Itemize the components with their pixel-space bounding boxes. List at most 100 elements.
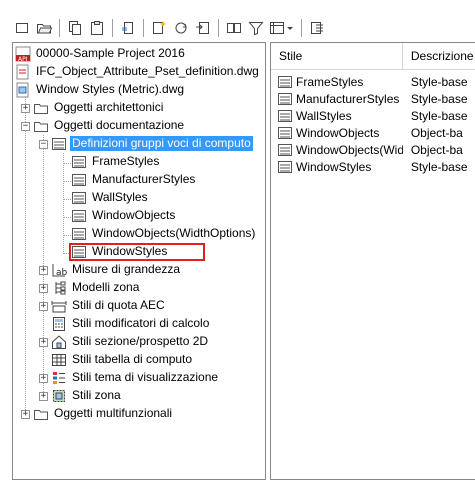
style-icon <box>277 142 293 158</box>
drawing-icon <box>15 64 31 80</box>
table-icon <box>51 352 67 368</box>
tree-item-label: Oggetti multifunzionali <box>54 406 173 420</box>
import-icon[interactable] <box>193 18 213 38</box>
tree-item-label: Stili zona <box>72 388 121 402</box>
copy-icon[interactable] <box>65 18 85 38</box>
list-item[interactable]: WindowObjects Object-ba <box>271 124 475 141</box>
style-icon <box>71 190 87 206</box>
tree-item-label: Modelli zona <box>72 280 140 294</box>
tree-item-label: Stili di quota AEC <box>72 298 165 312</box>
dimension-icon <box>51 298 67 314</box>
collapse-toggle[interactable]: − <box>39 140 48 149</box>
expand-toggle[interactable]: + <box>39 374 48 383</box>
expand-toggle[interactable]: + <box>39 338 48 347</box>
tree-item-project[interactable]: API 00000-Sample Project 2016 <box>15 45 187 62</box>
folder-icon <box>33 100 49 116</box>
paste-icon[interactable] <box>87 18 107 38</box>
tree-line <box>25 90 26 414</box>
tree-item-label: ManufacturerStyles <box>92 172 196 186</box>
tree-item-doc-child[interactable]: Stili tabella di computo <box>51 351 194 368</box>
tree-item-label: Stili modificatori di calcolo <box>72 316 210 330</box>
expand-toggle[interactable]: + <box>39 266 48 275</box>
tree-item-doc-child[interactable]: Stili tema di visualizzazione <box>51 369 220 386</box>
tree-item-doc-objects[interactable]: Oggetti documentazione <box>33 117 186 134</box>
tree-item-child[interactable]: FrameStyles <box>71 153 161 170</box>
edit-icon[interactable] <box>307 18 327 38</box>
tree-item-arch-objects[interactable]: Oggetti architettonici <box>33 99 165 116</box>
tree-item-doc-child[interactable]: Stili zona <box>51 387 123 404</box>
tree-item-label: Oggetti architettonici <box>54 100 164 114</box>
list-item[interactable]: WallStyles Style-base <box>271 107 475 124</box>
list-item-description: Style-base <box>410 108 468 123</box>
column-header-description[interactable]: Descrizione <box>403 43 475 69</box>
folder-icon <box>33 406 49 422</box>
list-item[interactable]: WindowObjects(Width... Object-ba <box>271 141 475 158</box>
style-icon <box>277 91 293 107</box>
tree-item-label: Stili tabella di computo <box>72 352 193 366</box>
list-item-description: Style-base <box>410 91 468 106</box>
style-tree[interactable]: API 00000-Sample Project 2016 IFC_Object… <box>12 42 266 480</box>
list-item[interactable]: WindowStyles Style-base <box>271 158 475 175</box>
tree-item-drawing[interactable]: Window Styles (Metric).dwg <box>15 81 186 98</box>
list-item-name: WindowStyles <box>296 159 372 174</box>
tree-item-label: WindowObjects(WidthOptions) <box>92 226 256 240</box>
expand-toggle[interactable]: + <box>39 392 48 401</box>
new-style-icon[interactable] <box>149 18 169 38</box>
tree-item-label: WindowObjects <box>92 208 176 222</box>
display-theme-icon <box>51 370 67 386</box>
style-icon <box>71 154 87 170</box>
expand-toggle[interactable]: + <box>21 104 30 113</box>
new-icon[interactable] <box>12 18 32 38</box>
column-header-style[interactable]: Stile <box>271 43 403 69</box>
tree-item-label: Oggetti documentazione <box>54 118 185 132</box>
style-icon <box>71 226 87 242</box>
style-list[interactable]: Stile Descrizione FrameStyles Style-base… <box>270 42 475 480</box>
list-item[interactable]: FrameStyles Style-base <box>271 73 475 90</box>
tree-item-doc-child[interactable]: Stili modificatori di calcolo <box>51 315 211 332</box>
calculator-icon <box>51 316 67 332</box>
expand-toggle[interactable]: + <box>39 284 48 293</box>
list-item-description: Object-ba <box>410 125 463 140</box>
sync-icon[interactable] <box>171 18 191 38</box>
list-item-name: WindowObjects <box>296 125 380 140</box>
tree-item-doc-child[interactable]: Stili sezione/prospetto 2D <box>51 333 210 350</box>
toolbar <box>12 14 472 42</box>
style-icon <box>277 108 293 124</box>
tree-item-child[interactable]: WindowObjects <box>71 207 177 224</box>
list-item[interactable]: ManufacturerStyles Style-base <box>271 90 475 107</box>
collapse-toggle[interactable]: − <box>21 122 30 131</box>
expand-toggle[interactable]: + <box>21 410 30 419</box>
funnel-icon[interactable] <box>246 18 266 38</box>
toolbar-separator <box>59 19 60 37</box>
style-icon <box>277 125 293 141</box>
purge-icon[interactable] <box>118 18 138 38</box>
tree-item-drawing[interactable]: IFC_Object_Attribute_Pset_definition.dwg <box>15 63 261 80</box>
list-item-description: Style-base <box>410 74 468 89</box>
tree-item-label: Stili tema di visualizzazione <box>72 370 219 384</box>
tree-item-label: Definizioni gruppi voci di computo <box>70 136 253 151</box>
tree-item-label: 00000-Sample Project 2016 <box>36 46 185 60</box>
filter-icon[interactable] <box>224 18 244 38</box>
project-icon: API <box>15 46 31 62</box>
highlight-box <box>69 243 205 261</box>
tree-item-multi-objects[interactable]: Oggetti multifunzionali <box>33 405 174 422</box>
tree-line <box>63 153 64 252</box>
tree-item-label: FrameStyles <box>92 154 160 168</box>
open-icon[interactable] <box>34 18 54 38</box>
tree-item-doc-child[interactable]: Stili di quota AEC <box>51 297 167 314</box>
style-icon <box>71 172 87 188</box>
svg-text:ab: ab <box>56 268 67 278</box>
style-icon <box>277 74 293 90</box>
expand-toggle[interactable]: + <box>39 302 48 311</box>
style-icon <box>71 208 87 224</box>
view-icon[interactable] <box>268 18 296 38</box>
tree-item-child[interactable]: WindowObjects(WidthOptions) <box>71 225 257 242</box>
zone-style-icon <box>51 388 67 404</box>
tree-item-item-group-definitions[interactable]: Definizioni gruppi voci di computo <box>51 135 253 152</box>
list-header: Stile Descrizione <box>271 43 475 70</box>
tree-item-child[interactable]: ManufacturerStyles <box>71 171 197 188</box>
tree-item-child[interactable]: WallStyles <box>71 189 150 206</box>
tree-item-doc-child[interactable]: ab Misure di grandezza <box>51 261 182 278</box>
tree-item-doc-child[interactable]: Modelli zona <box>51 279 141 296</box>
list-item-description: Style-base <box>410 159 468 174</box>
